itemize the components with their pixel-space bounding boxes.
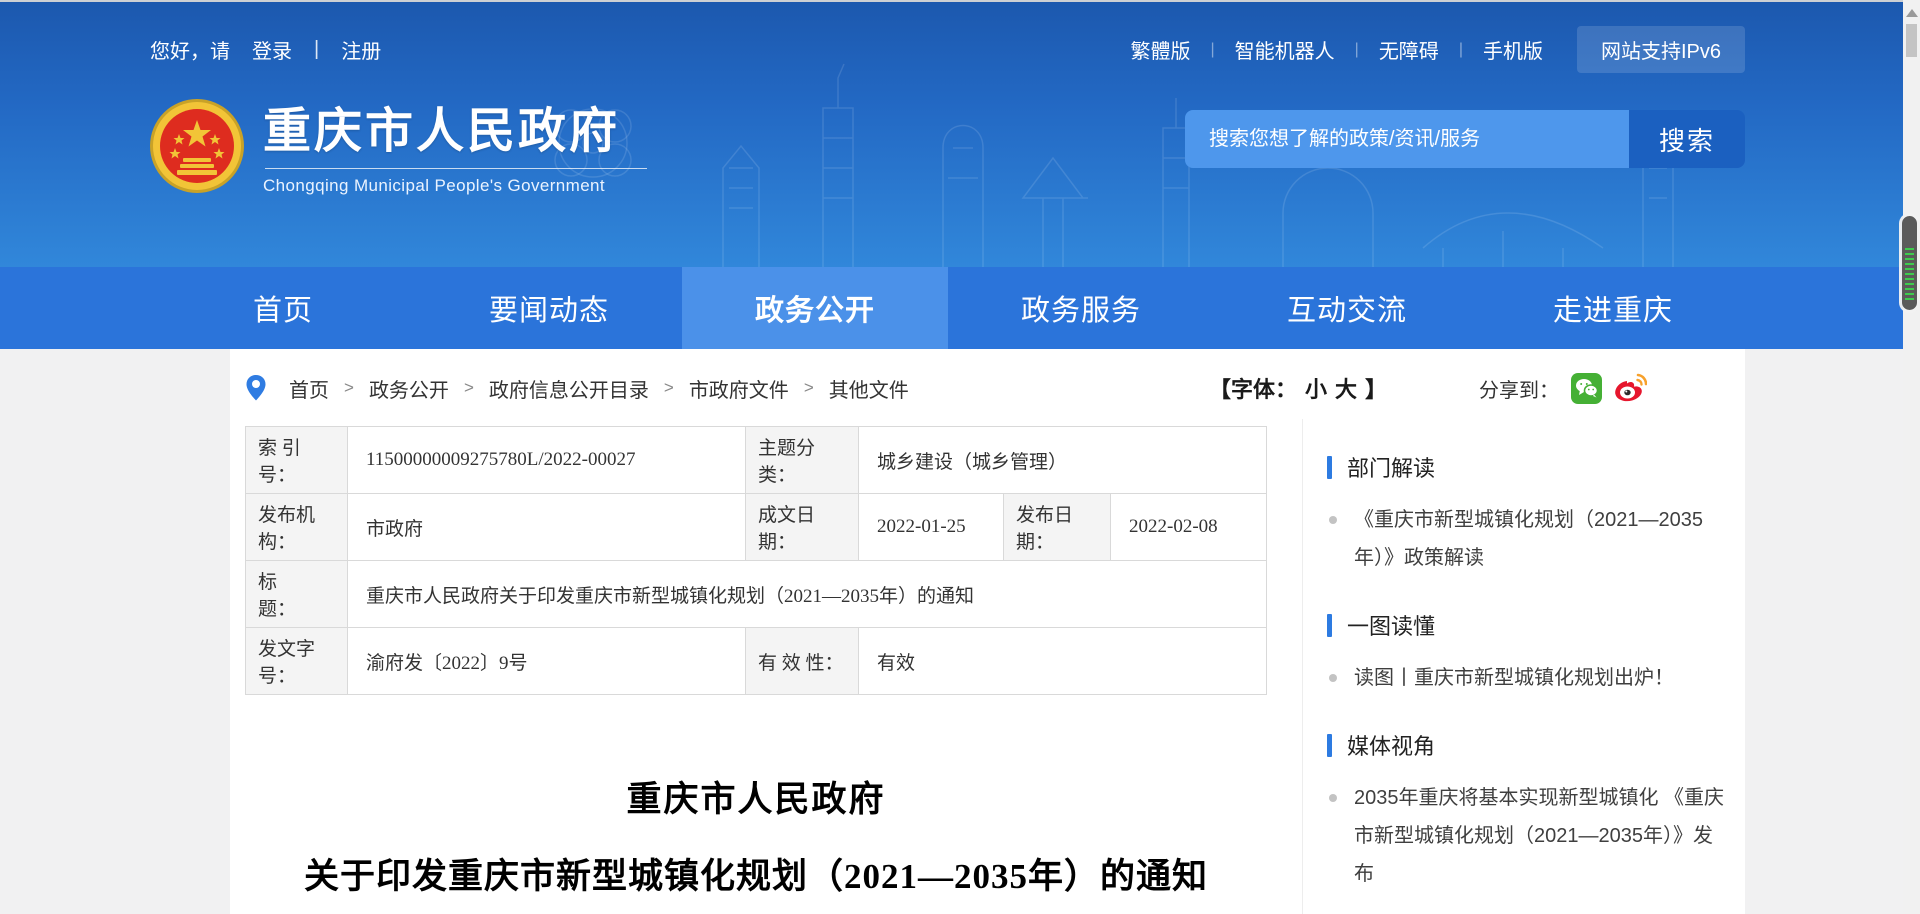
document-info-table: 索 引 号： 11500000009275780L/2022-00027 主题分… bbox=[245, 426, 1267, 695]
share-label: 分享到： bbox=[1479, 374, 1559, 403]
written-date-value: 2022-01-25 bbox=[859, 494, 1004, 561]
browser-scrollbar[interactable] bbox=[1903, 0, 1920, 914]
related-sidebar: 部门解读 《重庆市新型城镇化规划（2021—2035年）》政策解读 一图读懂 读… bbox=[1302, 419, 1730, 914]
scrollbar-up-arrow-icon[interactable] bbox=[1906, 9, 1918, 17]
doc-number-label: 发文字号： bbox=[246, 628, 348, 695]
login-register-separator: | bbox=[314, 38, 319, 61]
font-smaller-button[interactable]: 小 bbox=[1305, 372, 1327, 404]
breadcrumb-tools: 【字体： 小 大 】 分享到： bbox=[1209, 372, 1647, 404]
publish-date-value: 2022-02-08 bbox=[1111, 494, 1267, 561]
breadcrumb-row: 首页 > 政务公开 > 政府信息公开目录 > 市政府文件 > 其他文件 【字体：… bbox=[245, 365, 1647, 411]
topbar: 您好，请 登录 | 注册 繁體版 | 智能机器人 | 无障碍 | 手机版 网站支… bbox=[150, 26, 1745, 73]
nav-item-news[interactable]: 要闻动态 bbox=[416, 267, 682, 349]
scrollbar-thumb[interactable] bbox=[1906, 24, 1917, 57]
issuing-agency-label: 发布机构： bbox=[246, 494, 348, 561]
search-input[interactable] bbox=[1185, 110, 1629, 168]
sidebar-section-media-view: 媒体视角 bbox=[1327, 729, 1730, 761]
breadcrumb-gov-disclosure[interactable]: 政务公开 bbox=[369, 374, 449, 403]
section-accent-bar bbox=[1327, 734, 1332, 757]
topic-category-value: 城乡建设（城乡管理） bbox=[859, 427, 1267, 494]
written-date-label: 成文日期： bbox=[746, 494, 859, 561]
index-number-label: 索 引 号： bbox=[246, 427, 348, 494]
doc-number-value: 渝府发〔2022〕9号 bbox=[348, 628, 746, 695]
table-row: 索 引 号： 11500000009275780L/2022-00027 主题分… bbox=[246, 427, 1267, 494]
section-title: 媒体视角 bbox=[1347, 729, 1435, 761]
index-number-value: 11500000009275780L/2022-00027 bbox=[348, 427, 746, 494]
sidebar-link-policy-interpretation[interactable]: 《重庆市新型城镇化规划（2021—2035年）》政策解读 bbox=[1327, 501, 1730, 577]
document-main-column: 索 引 号： 11500000009275780L/2022-00027 主题分… bbox=[245, 426, 1267, 914]
breadcrumb-separator: > bbox=[664, 378, 674, 398]
document-title-line2: 关于印发重庆市新型城镇化规划（2021—2035年）的通知 bbox=[245, 848, 1267, 899]
content-area: 首页 > 政务公开 > 政府信息公开目录 > 市政府文件 > 其他文件 【字体：… bbox=[230, 349, 1745, 914]
section-accent-bar bbox=[1327, 614, 1332, 637]
site-search: 搜索 bbox=[1185, 110, 1745, 168]
weibo-share-icon[interactable] bbox=[1614, 373, 1647, 404]
nav-item-home[interactable]: 首页 bbox=[150, 267, 416, 349]
title-value: 重庆市人民政府关于印发重庆市新型城镇化规划（2021—2035年）的通知 bbox=[348, 561, 1267, 628]
site-header: 您好，请 登录 | 注册 繁體版 | 智能机器人 | 无障碍 | 手机版 网站支… bbox=[0, 0, 1903, 267]
site-brand[interactable]: 重庆市人民政府 Chongqing Municipal People's Gov… bbox=[149, 98, 647, 196]
section-title: 一图读懂 bbox=[1347, 609, 1435, 641]
sidebar-link-media-article[interactable]: 2035年重庆将基本实现新型城镇化 《重庆市新型城镇化规划（2021—2035年… bbox=[1327, 779, 1730, 893]
share-group: 分享到： bbox=[1479, 373, 1647, 404]
table-row: 标 题： 重庆市人民政府关于印发重庆市新型城镇化规划（2021—2035年）的通… bbox=[246, 561, 1267, 628]
traditional-chinese-link[interactable]: 繁體版 bbox=[1111, 35, 1211, 64]
breadcrumb: 首页 > 政务公开 > 政府信息公开目录 > 市政府文件 > 其他文件 bbox=[245, 374, 909, 403]
validity-value: 有效 bbox=[859, 628, 1267, 695]
national-emblem-logo bbox=[149, 98, 245, 194]
main-navbar: 首页 要闻动态 政务公开 政务服务 互动交流 走进重庆 bbox=[0, 267, 1903, 349]
accessibility-link[interactable]: 无障碍 bbox=[1359, 35, 1459, 64]
issuing-agency-value: 市政府 bbox=[348, 494, 746, 561]
breadcrumb-separator: > bbox=[804, 378, 814, 398]
breadcrumb-info-directory[interactable]: 政府信息公开目录 bbox=[489, 374, 649, 403]
brand-text: 重庆市人民政府 Chongqing Municipal People's Gov… bbox=[263, 98, 647, 196]
table-row: 发文字号： 渝府发〔2022〕9号 有 效 性： 有效 bbox=[246, 628, 1267, 695]
nav-item-gov-services[interactable]: 政务服务 bbox=[948, 267, 1214, 349]
smart-robot-link[interactable]: 智能机器人 bbox=[1215, 35, 1355, 64]
validity-label: 有 效 性： bbox=[746, 628, 859, 695]
browser-viewport: 您好，请 登录 | 注册 繁體版 | 智能机器人 | 无障碍 | 手机版 网站支… bbox=[0, 0, 1920, 914]
nav-items: 首页 要闻动态 政务公开 政务服务 互动交流 走进重庆 bbox=[150, 267, 1746, 349]
register-link[interactable]: 注册 bbox=[337, 35, 385, 64]
topic-category-label: 主题分类： bbox=[746, 427, 859, 494]
breadcrumb-municipal-docs[interactable]: 市政府文件 bbox=[689, 374, 789, 403]
nav-item-about-chongqing[interactable]: 走进重庆 bbox=[1480, 267, 1746, 349]
search-button[interactable]: 搜索 bbox=[1629, 110, 1745, 168]
login-link[interactable]: 登录 bbox=[248, 35, 296, 64]
sidebar-link-infographic[interactable]: 读图丨重庆市新型城镇化规划出炉！ bbox=[1327, 659, 1730, 697]
publish-date-label: 发布日期： bbox=[1004, 494, 1111, 561]
site-title: 重庆市人民政府 bbox=[263, 106, 647, 159]
greeting-text: 您好，请 bbox=[150, 35, 230, 64]
font-size-control: 【字体： 小 大 】 bbox=[1209, 372, 1387, 404]
topbar-utility-links: 繁體版 | 智能机器人 | 无障碍 | 手机版 网站支持IPv6 bbox=[1111, 26, 1746, 73]
site-subtitle: Chongqing Municipal People's Government bbox=[263, 176, 647, 196]
font-size-prefix: 【字体： bbox=[1209, 372, 1297, 404]
nav-item-gov-disclosure[interactable]: 政务公开 bbox=[682, 267, 948, 349]
document-title-line1: 重庆市人民政府 bbox=[245, 771, 1267, 822]
title-label: 标 题： bbox=[246, 561, 348, 628]
topbar-login-area: 您好，请 登录 | 注册 bbox=[150, 35, 385, 64]
wechat-share-icon[interactable] bbox=[1571, 373, 1602, 404]
breadcrumb-separator: > bbox=[464, 378, 474, 398]
font-size-suffix: 】 bbox=[1365, 372, 1387, 404]
breadcrumb-other-docs[interactable]: 其他文件 bbox=[829, 374, 909, 403]
page-reader-scroll-widget[interactable] bbox=[1902, 216, 1917, 310]
table-row: 发布机构： 市政府 成文日期： 2022-01-25 发布日期： 2022-02… bbox=[246, 494, 1267, 561]
mobile-version-link[interactable]: 手机版 bbox=[1463, 35, 1563, 64]
location-pin-icon bbox=[245, 374, 267, 402]
font-larger-button[interactable]: 大 bbox=[1335, 372, 1357, 404]
breadcrumb-separator: > bbox=[344, 378, 354, 398]
sidebar-section-infographic: 一图读懂 bbox=[1327, 609, 1730, 641]
ipv6-badge[interactable]: 网站支持IPv6 bbox=[1577, 26, 1745, 73]
section-title: 部门解读 bbox=[1347, 451, 1435, 483]
section-accent-bar bbox=[1327, 456, 1332, 479]
title-divider bbox=[265, 168, 647, 169]
nav-item-interaction[interactable]: 互动交流 bbox=[1214, 267, 1480, 349]
breadcrumb-home[interactable]: 首页 bbox=[289, 374, 329, 403]
sidebar-section-dept-interpretation: 部门解读 bbox=[1327, 451, 1730, 483]
